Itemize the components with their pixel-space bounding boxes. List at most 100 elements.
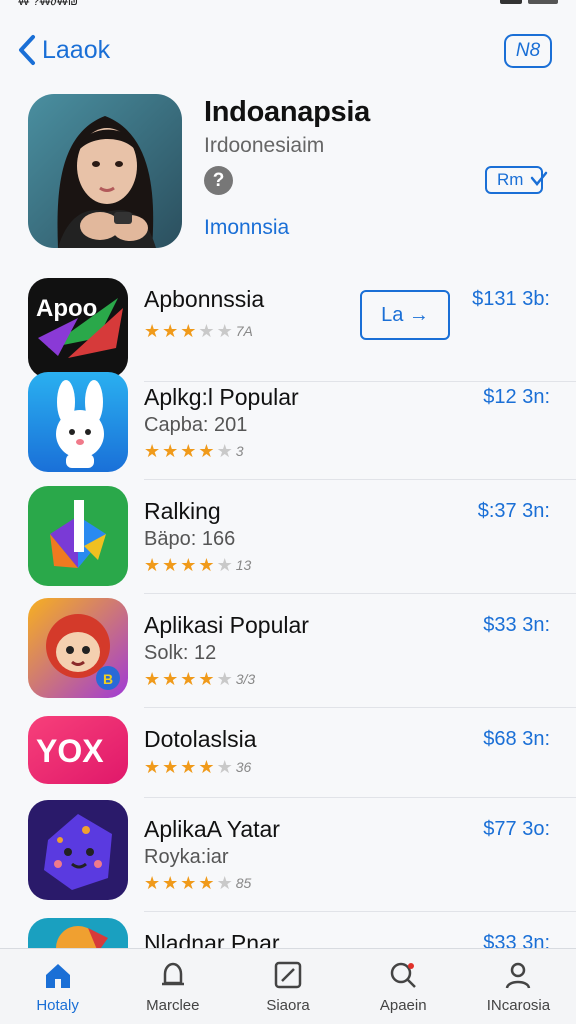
star-empty-icon: ★ xyxy=(198,321,215,341)
battery-icon xyxy=(528,0,558,4)
star-filled-icon: ★ xyxy=(198,873,215,893)
star-filled-icon: ★ xyxy=(144,757,161,777)
star-rating: ★ ★ ★ ★ ★ 13 xyxy=(144,556,251,574)
app-subtitle: Irdoonesiaim xyxy=(204,134,325,157)
bell-icon xyxy=(161,962,184,986)
svg-text:B: B xyxy=(103,671,113,687)
row-divider xyxy=(144,593,576,594)
row-divider xyxy=(144,797,576,798)
star-filled-icon: ★ xyxy=(198,555,215,575)
tab-label: Hotaly xyxy=(36,997,79,1014)
tab-profile[interactable]: INcarosia xyxy=(461,949,576,1024)
navigation-bar: Laaok N8 xyxy=(0,28,576,74)
svg-text:Apoo: Apoo xyxy=(36,295,97,322)
star-rating: ★ ★ ★ ★ ★ 7A xyxy=(144,322,253,340)
star-filled-icon: ★ xyxy=(198,669,215,689)
star-filled-icon: ★ xyxy=(162,555,179,575)
home-icon xyxy=(45,964,70,988)
developer-link[interactable]: Imonnsia xyxy=(204,216,289,240)
featured-app-image xyxy=(28,94,182,248)
star-filled-icon: ★ xyxy=(162,757,179,777)
tab-search[interactable]: Apaein xyxy=(346,949,461,1024)
signal-icon xyxy=(500,0,522,4)
app-name: Aplikasi Popular xyxy=(144,612,309,638)
star-empty-icon: ★ xyxy=(216,873,233,893)
back-button[interactable]: Laaok xyxy=(16,32,110,68)
app-price: $12 3n: xyxy=(483,386,550,408)
star-rating: ★ ★ ★ ★ ★ 3 xyxy=(144,442,244,460)
star-filled-icon: ★ xyxy=(198,441,215,461)
star-filled-icon: ★ xyxy=(180,321,197,341)
app-name: Aplkg:l Popular xyxy=(144,384,299,410)
cartoon-character-icon: B xyxy=(28,598,128,698)
star-filled-icon: ★ xyxy=(144,669,161,689)
chevron-left-icon xyxy=(19,35,35,65)
app-meta: Capba: 201 xyxy=(144,414,248,436)
app-price: $77 3o: xyxy=(483,818,550,840)
list-item[interactable]: Nladnar Pnar $33 3n: xyxy=(0,914,576,950)
star-filled-icon: ★ xyxy=(198,757,215,777)
star-empty-icon: ★ xyxy=(216,757,233,777)
star-filled-icon: ★ xyxy=(180,757,197,777)
list-item[interactable]: Apoo Apbonnssia ★ ★ ★ ★ ★ 7A La → $131 3b: xyxy=(0,270,576,382)
star-filled-icon: ★ xyxy=(162,873,179,893)
app-name: Apbonnssia xyxy=(144,286,265,312)
edit-icon xyxy=(274,961,302,989)
star-filled-icon: ★ xyxy=(180,669,197,689)
help-icon[interactable]: ? xyxy=(204,166,233,195)
open-button[interactable]: La → xyxy=(360,290,450,340)
status-time: ₩ ?₩∂₩₪ xyxy=(18,0,79,8)
list-item[interactable]: B Aplikasi Popular Solk: 12 ★ ★ ★ ★ ★ 3/3 $33… xyxy=(0,596,576,708)
app-name: Ralking xyxy=(144,498,221,524)
get-button[interactable]: Rm xyxy=(485,166,548,194)
tab-label: Siaora xyxy=(266,997,310,1014)
tab-label: INcarosia xyxy=(486,997,551,1014)
star-filled-icon: ★ xyxy=(180,555,197,575)
colorful-d-icon xyxy=(28,486,128,586)
star-filled-icon: ★ xyxy=(162,321,179,341)
get-button-label: Rm xyxy=(497,170,524,189)
star-filled-icon: ★ xyxy=(144,873,161,893)
portrait-image xyxy=(28,94,182,248)
tab-home[interactable]: Hotaly xyxy=(0,949,115,1024)
status-indicators xyxy=(500,0,558,4)
status-bar: ₩ ?₩∂₩₪ xyxy=(0,0,576,10)
purple-monster-icon xyxy=(28,800,128,900)
star-filled-icon: ★ xyxy=(180,873,197,893)
row-divider xyxy=(144,479,576,480)
app-name: Dotolaslsia xyxy=(144,726,257,752)
star-rating: ★ ★ ★ ★ ★ 3/3 xyxy=(144,670,255,688)
star-filled-icon: ★ xyxy=(144,555,161,575)
star-empty-icon: ★ xyxy=(216,321,233,341)
star-filled-icon: ★ xyxy=(144,321,161,341)
partial-app-icon xyxy=(28,918,128,950)
checkmark-icon xyxy=(530,171,548,186)
tab-edit[interactable]: Siaora xyxy=(230,949,345,1024)
star-empty-icon: ★ xyxy=(216,555,233,575)
tab-notifications[interactable]: Marclee xyxy=(115,949,230,1024)
nav-action-button[interactable]: N8 xyxy=(504,34,552,68)
yox-logo-icon: YOX xyxy=(28,716,128,784)
tab-bar: Hotaly Marclee Siaora Apaein INcarosia xyxy=(0,948,576,1024)
rating-count: 7A xyxy=(235,323,253,339)
bunny-icon xyxy=(28,372,128,472)
row-divider xyxy=(144,911,576,912)
list-item[interactable]: Aplkg:l Popular Capba: 201 ★ ★ ★ ★ ★ 3 $12 3n… xyxy=(0,368,576,480)
star-rating: ★ ★ ★ ★ ★ 36 xyxy=(144,758,251,776)
star-empty-icon: ★ xyxy=(216,669,233,689)
app-price: $33 3n: xyxy=(483,614,550,636)
list-item[interactable]: AplikaA Yatar Royka:iar ★ ★ ★ ★ ★ 85 $77 3o: xyxy=(0,800,576,912)
star-filled-icon: ★ xyxy=(180,441,197,461)
row-divider xyxy=(144,707,576,708)
list-item[interactable]: Ralking Bäpo: 166 ★ ★ ★ ★ ★ 13 $:37 3n: xyxy=(0,482,576,594)
back-label: Laaok xyxy=(42,35,111,64)
app-title: Indoanapsia xyxy=(204,96,370,128)
rating-count: 13 xyxy=(235,557,252,573)
star-filled-icon: ★ xyxy=(162,441,179,461)
star-rating: ★ ★ ★ ★ ★ 85 xyxy=(144,874,251,892)
svg-text:YOX: YOX xyxy=(36,733,104,769)
app-price: $131 3b: xyxy=(472,288,550,310)
tab-label: Apaein xyxy=(379,997,427,1014)
rating-count: 36 xyxy=(235,759,252,775)
rating-count: 85 xyxy=(235,875,252,891)
